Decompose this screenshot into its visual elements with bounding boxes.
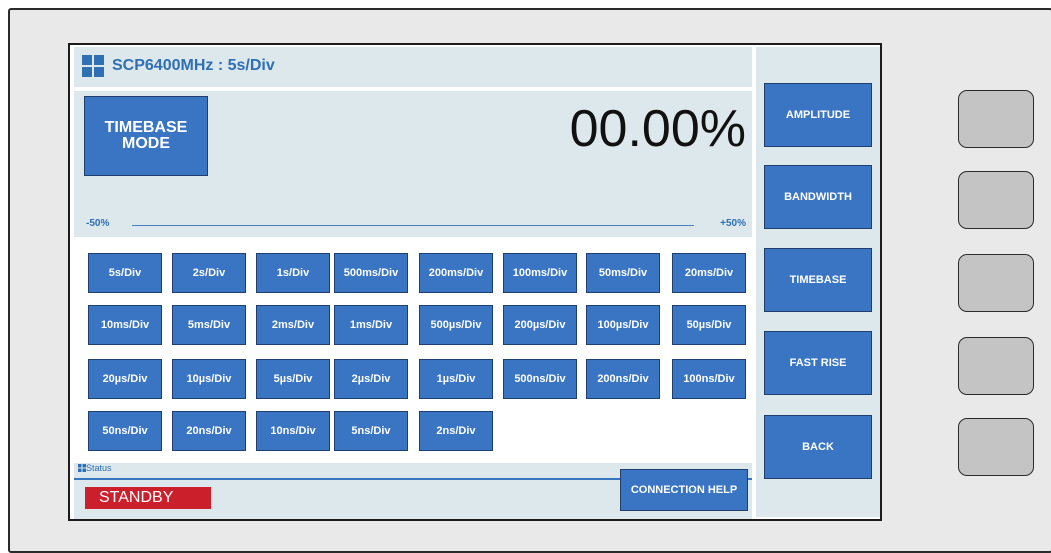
timebase-option-button[interactable]: 20ms/Div (672, 253, 746, 293)
scale-line (132, 225, 694, 226)
back-button[interactable]: BACK (764, 415, 872, 479)
percent-readout: 00.00% (569, 100, 746, 158)
title-bar: SCP6400MHz : 5s/Div (74, 47, 752, 87)
timebase-option-button[interactable]: 5s/Div (88, 253, 162, 293)
hardware-button-1[interactable] (958, 90, 1034, 148)
bandwidth-button[interactable]: BANDWIDTH (764, 165, 872, 229)
status-bar: Status STANDBY CONNECTION HELP (74, 463, 752, 519)
timebase-option-button[interactable]: 1µs/Div (419, 359, 493, 399)
hardware-button-2[interactable] (958, 171, 1034, 229)
timebase-option-button[interactable]: 1ms/Div (334, 305, 408, 345)
timebase-option-button[interactable]: 10µs/Div (172, 359, 246, 399)
timebase-option-button[interactable]: 100ns/Div (672, 359, 746, 399)
timebase-option-button[interactable]: 100ms/Div (503, 253, 577, 293)
timebase-option-button[interactable]: 50ns/Div (88, 411, 162, 451)
timebase-option-button[interactable]: 200µs/Div (503, 305, 577, 345)
page-title: SCP6400MHz : 5s/Div (112, 57, 275, 74)
timebase-option-button[interactable]: 50ms/Div (586, 253, 660, 293)
windows-logo-icon (82, 55, 104, 77)
scale-max-label: +50% (720, 218, 746, 229)
timebase-option-button[interactable]: 200ms/Div (419, 253, 493, 293)
timebase-mode-label: TIMEBASE MODE (104, 119, 188, 152)
timebase-button[interactable]: TIMEBASE (764, 248, 872, 312)
timebase-mode-button[interactable]: TIMEBASE MODE (84, 96, 208, 176)
hardware-button-4[interactable] (958, 337, 1034, 395)
fast-rise-button[interactable]: FAST RISE (764, 331, 872, 395)
timebase-option-button[interactable]: 1s/Div (256, 253, 330, 293)
timebase-option-button[interactable]: 50µs/Div (672, 305, 746, 345)
timebase-option-button[interactable]: 5ns/Div (334, 411, 408, 451)
timebase-option-button[interactable]: 2µs/Div (334, 359, 408, 399)
timebase-option-button[interactable]: 500ns/Div (503, 359, 577, 399)
status-badge: STANDBY (85, 487, 211, 509)
side-menu: AMPLITUDE BANDWIDTH TIMEBASE FAST RISE B… (756, 47, 880, 517)
windows-logo-icon (78, 464, 86, 472)
timebase-option-button[interactable]: 5ms/Div (172, 305, 246, 345)
timebase-option-button[interactable]: 2ms/Div (256, 305, 330, 345)
amplitude-button[interactable]: AMPLITUDE (764, 83, 872, 147)
timebase-option-button[interactable]: 100µs/Div (586, 305, 660, 345)
timebase-option-button[interactable]: 2s/Div (172, 253, 246, 293)
timebase-option-button[interactable]: 2ns/Div (419, 411, 493, 451)
timebase-option-button[interactable]: 200ns/Div (586, 359, 660, 399)
display-panel: TIMEBASE MODE 00.00% -50% +50% (74, 91, 752, 237)
percent-scale: -50% +50% (86, 218, 746, 232)
status-label: Status (86, 463, 112, 473)
scale-min-label: -50% (86, 218, 110, 229)
timebase-option-button[interactable]: 20ns/Div (172, 411, 246, 451)
timebase-option-button[interactable]: 500ms/Div (334, 253, 408, 293)
timebase-option-button[interactable]: 20µs/Div (88, 359, 162, 399)
hardware-button-5[interactable] (958, 418, 1034, 476)
timebase-option-button[interactable]: 500µs/Div (419, 305, 493, 345)
timebase-option-button[interactable]: 10ms/Div (88, 305, 162, 345)
hardware-button-3[interactable] (958, 254, 1034, 312)
timebase-option-button[interactable]: 5µs/Div (256, 359, 330, 399)
screen: SCP6400MHz : 5s/Div TIMEBASE MODE 00.00%… (68, 43, 882, 521)
connection-help-button[interactable]: CONNECTION HELP (620, 469, 748, 511)
timebase-option-button[interactable]: 10ns/Div (256, 411, 330, 451)
